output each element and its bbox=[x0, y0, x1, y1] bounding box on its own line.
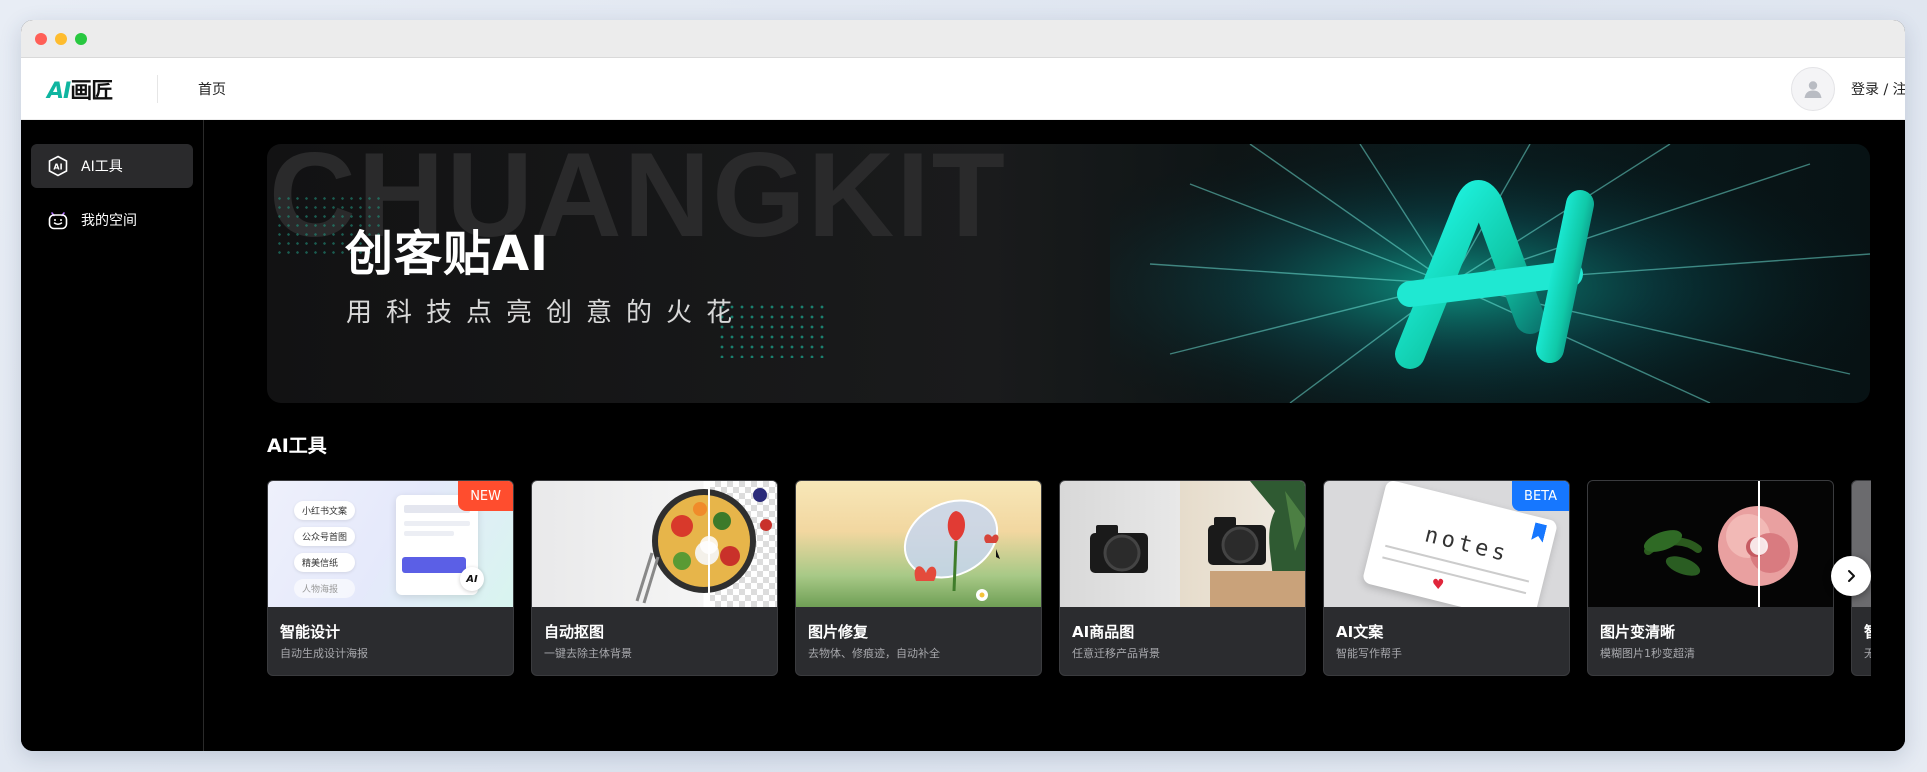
tool-card-image-enhance[interactable]: 图片变清晰 模糊图片1秒变超清 bbox=[1587, 480, 1834, 676]
tool-card-ai-copywriting[interactable]: notes ♥ BETA AI文案 智能写作帮手 bbox=[1323, 480, 1570, 676]
card-title: 自动抠图 bbox=[544, 623, 605, 641]
site-logo[interactable]: AI画匠 bbox=[47, 74, 158, 104]
card-thumbnail bbox=[532, 481, 777, 607]
tool-card-auto-cutout[interactable]: 自动抠图 一键去除主体背景 bbox=[531, 480, 778, 676]
close-window-button[interactable] bbox=[35, 32, 47, 45]
tool-card-smart-design[interactable]: 小红书文案 公众号首图 精美信纸 人物海报 AI NEW 智能设计 自动生成设计… bbox=[267, 480, 514, 676]
ai-logo-icon: AI bbox=[460, 567, 484, 591]
user-silhouette-icon bbox=[1804, 81, 1822, 98]
compare-handle-icon[interactable] bbox=[1750, 537, 1768, 555]
sidebar: AI AI工具 我的空间 bbox=[21, 120, 204, 751]
notes-text: notes bbox=[1422, 522, 1512, 568]
card-description: 任意迁移产品背景 bbox=[1072, 647, 1160, 660]
card-description: 自动生成设计海报 bbox=[280, 647, 368, 660]
tool-card-image-repair[interactable]: 图片修复 去物体、修痕迹，自动补全 bbox=[795, 480, 1042, 676]
logo-name-text: 画匠 bbox=[70, 78, 113, 104]
salad-bowl-icon bbox=[635, 488, 772, 604]
sidebar-item-ai-tools[interactable]: AI AI工具 bbox=[31, 144, 193, 188]
svg-text:AI: AI bbox=[53, 163, 62, 172]
card-description: 去物体、修痕迹，自动补全 bbox=[808, 647, 940, 660]
tool-card-ai-product-image[interactable]: AI商品图 任意迁移产品背景 bbox=[1059, 480, 1306, 676]
carousel-next-button[interactable] bbox=[1831, 556, 1871, 596]
card-title: 图片修复 bbox=[808, 623, 869, 641]
banner-subtitle: 用科技点亮创意的火花 bbox=[346, 298, 747, 328]
new-badge: NEW bbox=[458, 481, 513, 511]
user-avatar[interactable] bbox=[1791, 67, 1835, 111]
card-description: 模糊图片1秒变超清 bbox=[1600, 647, 1695, 660]
chevron-right-icon bbox=[1848, 570, 1855, 582]
thumbnail-chip: 公众号首图 bbox=[294, 527, 356, 546]
ai-hex-icon: AI bbox=[47, 155, 69, 177]
card-thumbnail bbox=[1588, 481, 1833, 607]
minimize-window-button[interactable] bbox=[55, 32, 67, 45]
rose-flower-icon bbox=[1643, 506, 1798, 586]
beta-badge: BETA bbox=[1512, 481, 1569, 511]
thumbnail-chip: 小红书文案 bbox=[294, 501, 356, 520]
browser-window: AI画匠 首页 登录 / 注册 AI AI工具 bbox=[21, 20, 1905, 751]
thumbnail-chip: 精美信纸 bbox=[294, 553, 356, 572]
card-title: AI商品图 bbox=[1072, 623, 1135, 641]
card-title: 智能设计 bbox=[280, 623, 341, 641]
banner-ai-art bbox=[1110, 144, 1870, 403]
card-thumbnail bbox=[796, 481, 1041, 607]
sidebar-item-label: AI工具 bbox=[81, 159, 123, 175]
card-title: 智 bbox=[1864, 621, 1871, 642]
sidebar-item-label: 我的空间 bbox=[81, 213, 137, 229]
heart-icon: ♥ bbox=[1432, 577, 1445, 593]
maximize-window-button[interactable] bbox=[75, 32, 87, 45]
card-title: AI文案 bbox=[1336, 623, 1384, 641]
page-body: AI AI工具 我的空间 CHUANGKIT 创客贴AI 用科技点亮创意的火花 … bbox=[21, 120, 1905, 751]
window-titlebar bbox=[21, 20, 1905, 58]
thumbnail-chip: 人物海报 bbox=[294, 579, 356, 598]
banner-title: 创客贴AI bbox=[345, 226, 550, 282]
section-title: AI工具 bbox=[267, 435, 327, 457]
tool-card-list: 小红书文案 公众号首图 精美信纸 人物海报 AI NEW 智能设计 自动生成设计… bbox=[267, 480, 1871, 676]
robot-face-icon bbox=[47, 209, 69, 231]
camera-icon bbox=[1090, 481, 1305, 607]
card-thumbnail bbox=[1060, 481, 1305, 607]
card-description: 一键去除主体背景 bbox=[544, 647, 632, 660]
nav-home-link[interactable]: 首页 bbox=[198, 79, 226, 99]
card-title: 图片变清晰 bbox=[1600, 623, 1676, 641]
tulip-flower-icon bbox=[903, 499, 1000, 601]
login-register-link[interactable]: 登录 / 注册 bbox=[1851, 79, 1905, 99]
sidebar-item-my-space[interactable]: 我的空间 bbox=[31, 198, 193, 242]
top-header: AI画匠 首页 登录 / 注册 bbox=[21, 58, 1905, 120]
card-description: 智能写作帮手 bbox=[1336, 647, 1402, 660]
logo-ai-text: AI bbox=[47, 78, 71, 104]
card-description: 无 bbox=[1864, 645, 1871, 661]
hero-banner[interactable]: CHUANGKIT 创客贴AI 用科技点亮创意的火花 bbox=[267, 144, 1870, 403]
compare-handle-icon[interactable] bbox=[700, 536, 718, 554]
main-content: CHUANGKIT 创客贴AI 用科技点亮创意的火花 AI工具 小红书文案 公众… bbox=[267, 144, 1871, 676]
